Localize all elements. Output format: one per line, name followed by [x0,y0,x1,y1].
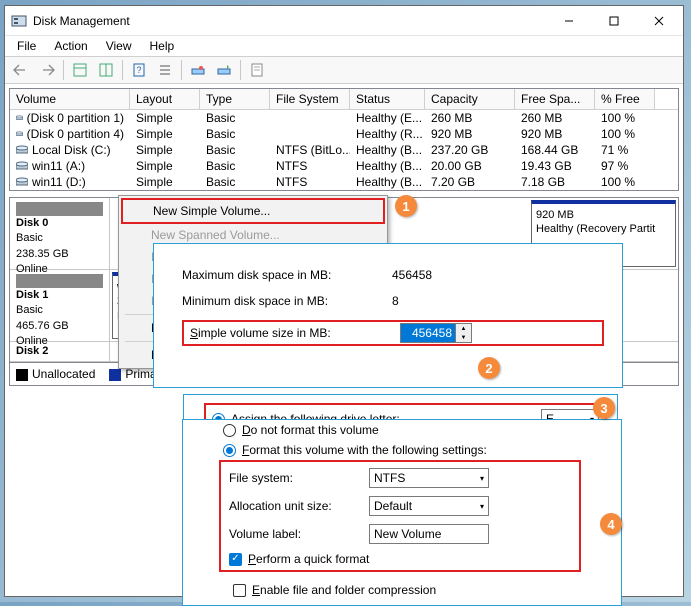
callout-3: 3 [593,397,615,419]
col-layout[interactable]: Layout [130,89,200,109]
window-title: Disk Management [33,14,546,28]
column-headers: Volume Layout Type File System Status Ca… [10,89,678,110]
quick-format-checkbox[interactable] [229,553,242,566]
no-format-label: Do not format this volume [242,423,379,437]
format-label: Format this volume with the following se… [242,443,487,457]
svg-text:?: ? [136,65,141,75]
compression-label: Enable file and folder compression [252,583,436,597]
callout-4: 4 [600,513,622,535]
callout-2: 2 [478,357,500,379]
titlebar: Disk Management [5,6,683,36]
col-capacity[interactable]: Capacity [425,89,515,109]
col-status[interactable]: Status [350,89,425,109]
forward-button[interactable] [35,59,59,81]
chevron-down-icon: ▾ [480,474,484,483]
menu-file[interactable]: File [9,37,44,55]
max-space-label: Maximum disk space in MB: [182,268,392,282]
toolbar-view2[interactable] [94,59,118,81]
toolbar-view1[interactable] [68,59,92,81]
au-label: Allocation unit size: [229,499,369,513]
menu-new-simple-volume[interactable]: New Simple Volume... [121,198,385,224]
menu-bar: File Action View Help [5,36,683,56]
col-fs[interactable]: File System [270,89,350,109]
max-space-value: 456458 [392,268,432,282]
toolbar-props[interactable] [245,59,269,81]
col-type[interactable]: Type [200,89,270,109]
au-select[interactable]: Default▾ [369,496,489,516]
back-button[interactable] [9,59,33,81]
format-panel: Do not format this volume Format this vo… [182,419,622,606]
volume-size-panel: Maximum disk space in MB:456458 Minimum … [153,243,623,388]
table-row[interactable]: win11 (A:)SimpleBasicNTFSHealthy (B...20… [10,158,678,174]
toolbar-action2[interactable] [212,59,236,81]
help-button[interactable]: ? [127,59,151,81]
disk-name: Disk 0 [16,217,48,229]
table-row[interactable]: (Disk 0 partition 4)SimpleBasicHealthy (… [10,126,678,142]
menu-view[interactable]: View [98,37,140,55]
toolbar-list[interactable] [153,59,177,81]
menu-help[interactable]: Help [142,37,183,55]
chevron-down-icon: ▾ [480,502,484,511]
maximize-button[interactable] [591,7,636,35]
col-volume[interactable]: Volume [10,89,130,109]
quick-format-label: Perform a quick format [248,552,369,566]
toolbar-action1[interactable] [186,59,210,81]
format-radio[interactable] [223,444,236,457]
menu-action[interactable]: Action [46,37,95,55]
table-row[interactable]: (Disk 0 partition 1)SimpleBasicHealthy (… [10,110,678,126]
disk-name: Disk 2 [16,345,48,357]
app-icon [11,13,27,29]
toolbar: ? [5,56,683,84]
volume-size-input[interactable]: ▲▼ [400,323,472,343]
fs-select[interactable]: NTFS▾ [369,468,489,488]
fs-label: File system: [229,471,369,485]
minimize-button[interactable] [546,7,591,35]
close-button[interactable] [636,7,681,35]
no-format-radio[interactable] [223,424,236,437]
volume-list: Volume Layout Type File System Status Ca… [9,88,679,191]
disk-name: Disk 1 [16,289,48,301]
volume-label-input[interactable] [369,524,489,544]
compression-checkbox[interactable] [233,584,246,597]
table-row[interactable]: Local Disk (C:)SimpleBasicNTFS (BitLo...… [10,142,678,158]
volume-size-label: Simple volume size in MB: [190,326,400,340]
callout-1: 1 [395,195,417,217]
spin-down[interactable]: ▼ [456,333,471,342]
col-pct[interactable]: % Free [595,89,655,109]
spin-up[interactable]: ▲ [456,324,471,333]
vl-label: Volume label: [229,527,369,541]
volume-size-field[interactable] [400,323,456,343]
min-space-label: Minimum disk space in MB: [182,294,392,308]
min-space-value: 8 [392,294,399,308]
col-free[interactable]: Free Spa... [515,89,595,109]
table-row[interactable]: win11 (D:)SimpleBasicNTFSHealthy (B...7.… [10,174,678,190]
